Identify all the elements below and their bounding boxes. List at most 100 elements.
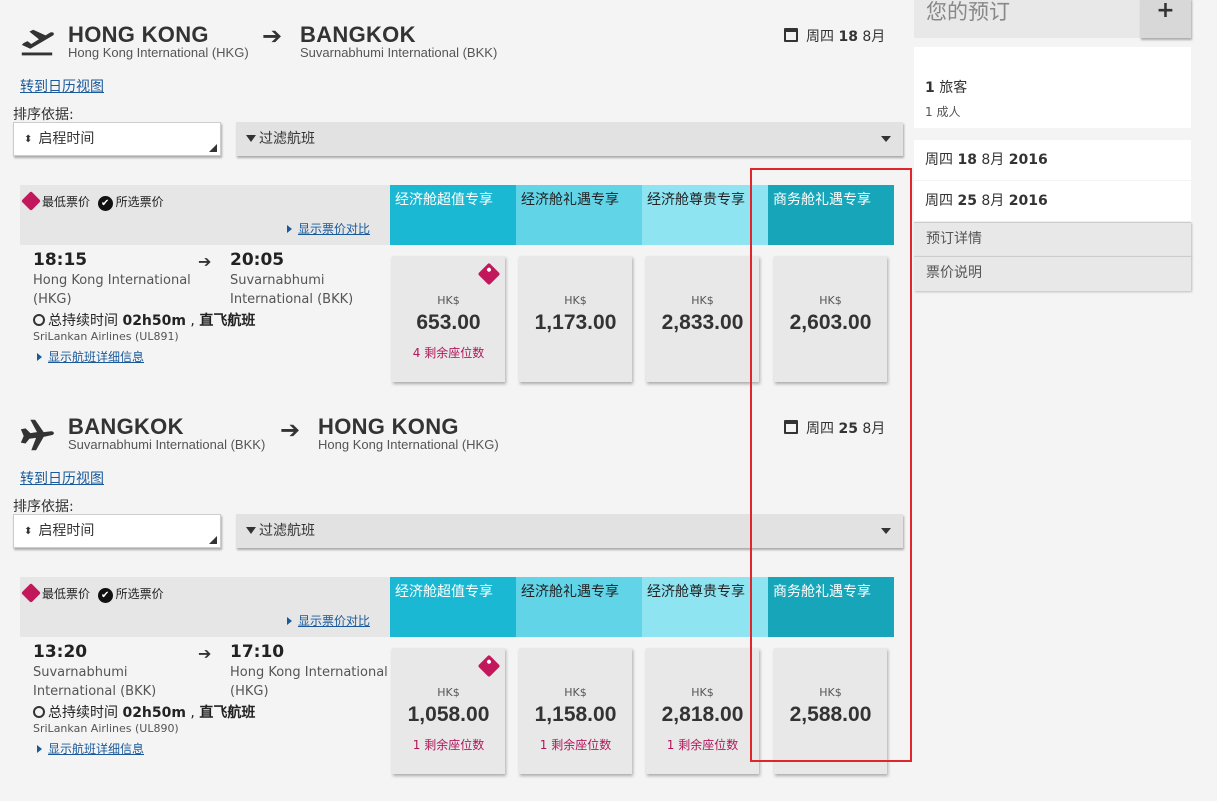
airplane-icon bbox=[20, 419, 54, 451]
calendar-view-link[interactable]: 转到日历视图 bbox=[20, 468, 104, 488]
inbound-route-header: BANGKOK Suvarnabhumi International (BKK)… bbox=[18, 412, 908, 458]
chevron-down-icon bbox=[881, 528, 891, 534]
fare-header-economy-saver[interactable]: 经济舱超值专享 bbox=[390, 185, 516, 245]
fare-header-economy-flex[interactable]: 经济舱尊贵专享 bbox=[642, 185, 768, 245]
fare-header-economy-flex[interactable]: 经济舱尊贵专享 bbox=[642, 577, 768, 637]
lowest-fare-tag-icon bbox=[477, 654, 501, 678]
destination-airport: Hong Kong International (HKG) bbox=[318, 437, 499, 452]
price-amount: 2,603.00 bbox=[789, 311, 872, 334]
stopwatch-icon bbox=[33, 314, 45, 326]
fare-notes-item[interactable]: 票价说明 bbox=[914, 256, 1191, 291]
price-currency: HK$ bbox=[564, 294, 587, 307]
price-amount: 2,588.00 bbox=[789, 703, 872, 726]
fare-header-economy-classic[interactable]: 经济舱礼遇专享 bbox=[516, 577, 642, 637]
legend-lowest-label: 最低票价 bbox=[42, 195, 91, 209]
price-currency: HK$ bbox=[819, 686, 842, 699]
show-fare-comparison-link[interactable]: 显示票价对比 bbox=[286, 220, 370, 237]
price-currency: HK$ bbox=[819, 294, 842, 307]
sidebar-title: 您的预订 bbox=[914, 0, 1140, 38]
airline-flight-number: SriLankan Airlines (UL890) bbox=[33, 722, 179, 735]
booking-sidebar: 您的预订 + 1 旅客 1 成人 周四 18 8月 2016 周四 25 8月 … bbox=[914, 0, 1191, 801]
outbound-date: 周四 18 8月 bbox=[784, 26, 885, 46]
price-card-economy-flex[interactable]: HK$ 2,833.00 bbox=[646, 256, 759, 382]
departure-time: 18:15 bbox=[33, 250, 88, 270]
legend-selected-label: 所选票价 bbox=[115, 587, 164, 601]
price-card-economy-saver[interactable]: HK$ 1,058.00 1 剩余座位数 bbox=[392, 648, 505, 774]
arrow-right-icon: ➔ bbox=[198, 644, 212, 663]
show-fare-comparison-link[interactable]: 显示票价对比 bbox=[286, 612, 370, 629]
seats-remaining: 1 剩余座位数 bbox=[666, 738, 739, 752]
flight-duration: 总持续时间 02h50m , 直飞航班 bbox=[33, 702, 255, 722]
show-flight-details-link[interactable]: 显示航班详细信息 bbox=[37, 348, 144, 365]
departure-time: 13:20 bbox=[33, 642, 88, 662]
inbound-date-summary: 周四 25 8月 2016 bbox=[914, 181, 1191, 221]
departure-airport: Suvarnabhumi International (BKK) bbox=[33, 665, 157, 699]
arrow-right-icon: ➔ bbox=[262, 22, 283, 50]
triangle-right-icon bbox=[286, 617, 292, 625]
price-card-economy-saver[interactable]: HK$ 653.00 4 剩余座位数 bbox=[392, 256, 505, 382]
filter-icon bbox=[246, 135, 256, 142]
calendar-icon bbox=[784, 28, 798, 42]
price-card-economy-classic[interactable]: HK$ 1,173.00 bbox=[519, 256, 632, 382]
origin-airport: Hong Kong International (HKG) bbox=[68, 45, 249, 60]
arrow-right-icon: ➔ bbox=[280, 416, 301, 444]
expand-plus-button[interactable]: + bbox=[1140, 0, 1191, 38]
fare-header-economy-classic[interactable]: 经济舱礼遇专享 bbox=[516, 185, 642, 245]
inbound-date: 周四 25 8月 bbox=[784, 418, 885, 438]
price-amount: 1,173.00 bbox=[534, 311, 617, 334]
inbound-flight-info: 13:20 Suvarnabhumi International (BKK) ➔… bbox=[33, 642, 388, 762]
airline-flight-number: SriLankan Airlines (UL891) bbox=[33, 330, 179, 343]
triangle-right-icon bbox=[37, 745, 42, 753]
show-flight-details-link[interactable]: 显示航班详细信息 bbox=[37, 740, 144, 757]
flight-results: HONG KONG Hong Kong International (HKG) … bbox=[0, 0, 912, 801]
price-card-economy-classic[interactable]: HK$ 1,158.00 1 剩余座位数 bbox=[519, 648, 632, 774]
fare-header-economy-saver[interactable]: 经济舱超值专享 bbox=[390, 577, 516, 637]
departure-airport: Hong Kong International (HKG) bbox=[33, 273, 191, 307]
booking-details-item[interactable]: 预订详情 bbox=[914, 222, 1191, 257]
sort-label: 排序依据: bbox=[13, 107, 74, 123]
calendar-view-link[interactable]: 转到日历视图 bbox=[20, 76, 104, 96]
sort-select[interactable]: ⬍ 启程时间 bbox=[13, 514, 221, 548]
price-currency: HK$ bbox=[564, 686, 587, 699]
arrival-time: 17:10 bbox=[230, 642, 285, 662]
stopwatch-icon bbox=[33, 706, 45, 718]
fare-header-business-classic[interactable]: 商务舱礼遇专享 bbox=[768, 185, 894, 245]
sort-select[interactable]: ⬍ 启程时间 bbox=[13, 122, 221, 156]
lowest-fare-tag-icon bbox=[21, 583, 41, 603]
price-currency: HK$ bbox=[691, 294, 714, 307]
price-currency: HK$ bbox=[437, 294, 460, 307]
price-card-business-classic[interactable]: HK$ 2,588.00 bbox=[774, 648, 887, 774]
legend-lowest-label: 最低票价 bbox=[42, 587, 91, 601]
triangle-right-icon bbox=[286, 225, 292, 233]
travellers-count: 1 旅客 bbox=[925, 80, 968, 96]
price-currency: HK$ bbox=[437, 686, 460, 699]
lowest-fare-tag-icon bbox=[21, 191, 41, 211]
price-amount: 2,833.00 bbox=[661, 311, 744, 334]
sort-updown-icon: ⬍ bbox=[24, 526, 33, 537]
arrow-right-icon: ➔ bbox=[198, 252, 212, 271]
seats-remaining: 1 剩余座位数 bbox=[412, 738, 485, 752]
price-amount: 653.00 bbox=[416, 311, 481, 334]
calendar-icon bbox=[784, 420, 798, 434]
filter-flights-dropdown[interactable]: 过滤航班 bbox=[236, 514, 903, 548]
filter-icon bbox=[246, 527, 256, 534]
price-card-economy-flex[interactable]: HK$ 2,818.00 1 剩余座位数 bbox=[646, 648, 759, 774]
triangle-right-icon bbox=[37, 353, 42, 361]
destination-airport: Suvarnabhumi International (BKK) bbox=[300, 45, 498, 60]
fare-header-business-classic[interactable]: 商务舱礼遇专享 bbox=[768, 577, 894, 637]
sort-label: 排序依据: bbox=[13, 499, 74, 515]
filter-flights-dropdown[interactable]: 过滤航班 bbox=[236, 122, 903, 156]
checkmark-icon: ✔ bbox=[97, 588, 113, 603]
seats-remaining: 4 剩余座位数 bbox=[412, 346, 485, 360]
price-amount: 1,058.00 bbox=[407, 703, 490, 726]
origin-airport: Suvarnabhumi International (BKK) bbox=[68, 437, 266, 452]
travellers-box: 1 旅客 1 成人 bbox=[914, 47, 1191, 128]
fare-legend: 最低票价 ✔ 所选票价 显示票价对比 bbox=[20, 577, 390, 637]
lowest-fare-tag-icon bbox=[477, 262, 501, 286]
checkmark-icon: ✔ bbox=[97, 196, 113, 211]
price-card-business-classic[interactable]: HK$ 2,603.00 bbox=[774, 256, 887, 382]
chevron-down-icon bbox=[881, 136, 891, 142]
price-amount: 2,818.00 bbox=[661, 703, 744, 726]
resize-corner-icon bbox=[209, 144, 217, 152]
outbound-date-summary: 周四 18 8月 2016 bbox=[914, 140, 1191, 180]
